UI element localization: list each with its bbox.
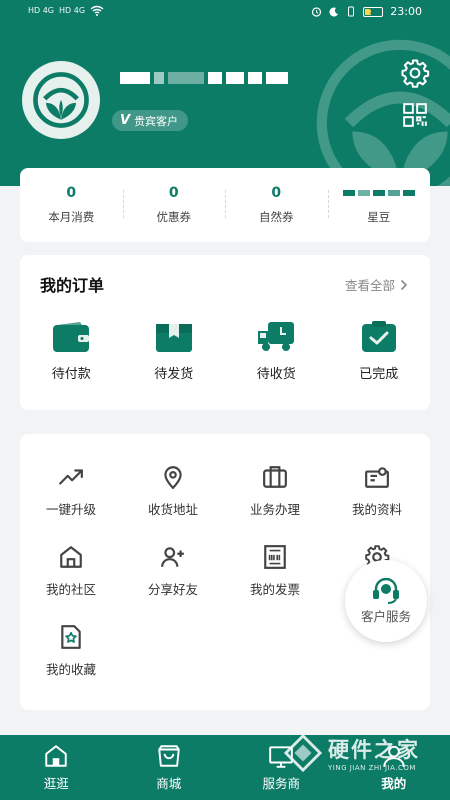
service-label: 分享好友 (147, 582, 198, 597)
order-label: 待发货 (154, 367, 194, 382)
view-all-label: 查看全部 (344, 278, 395, 293)
service-label: 我的资料 (351, 502, 402, 517)
service-label: 一键升级 (45, 502, 96, 517)
stats-card: 0 本月消费 0 优惠券 0 自然券 星豆 (20, 168, 430, 242)
order-label: 待收货 (256, 367, 296, 382)
signal-indicators: HD 4G HD 4G (28, 5, 104, 16)
vip-label: 贵宾客户 (134, 114, 179, 128)
service-share[interactable]: 分享好友 (122, 544, 224, 598)
shopping-bag-icon (158, 745, 180, 767)
stat-label: 星豆 (367, 210, 391, 224)
service-invoice[interactable]: 我的发票 (224, 544, 326, 598)
wallet-icon (53, 322, 90, 352)
service-upgrade[interactable]: 一键升级 (20, 464, 122, 518)
avatar[interactable] (22, 61, 100, 139)
orders-card: 我的订单 查看全部 待付款 待发货 待收货 已完成 (20, 255, 430, 410)
stat-label: 本月消费 (48, 210, 95, 224)
stat-star-beans[interactable]: 星豆 (327, 168, 431, 242)
service-community[interactable]: 我的社区 (20, 544, 122, 598)
order-label: 已完成 (359, 367, 399, 382)
vip-badge: V 贵宾客户 (112, 110, 189, 131)
tab-browse[interactable]: 逛逛 (0, 735, 113, 800)
signal-2: HD 4G (59, 5, 86, 15)
battery-level: 12 (368, 7, 378, 16)
moon-icon (329, 7, 339, 17)
customer-service-label: 客户服务 (360, 608, 411, 624)
order-completed[interactable]: 已完成 (328, 321, 431, 382)
status-bar: HD 4G HD 4G 12 23:00 (0, 0, 450, 26)
alarm-icon (312, 7, 322, 17)
battery-icon: 12 (363, 6, 384, 17)
user-add-icon (161, 547, 184, 567)
tab-mall[interactable]: 商城 (113, 735, 226, 800)
wifi-icon (90, 5, 104, 16)
service-label: 业务办理 (249, 502, 300, 517)
status-right: 12 23:00 (311, 5, 422, 18)
stat-value: 0 (271, 185, 282, 201)
briefcase-icon (263, 466, 287, 488)
trend-up-icon (59, 469, 83, 485)
watermark-sub: YING JIAN ZHI JIA.COM (328, 764, 416, 772)
stat-nature-coupons[interactable]: 0 自然券 (225, 168, 328, 242)
star-doc-icon (61, 625, 81, 649)
customer-service-button[interactable]: 客户服务 (345, 560, 427, 642)
username-redacted (120, 72, 288, 84)
stat-value: 0 (168, 185, 179, 201)
stat-label: 自然券 (259, 210, 294, 224)
tab-label: 逛逛 (43, 776, 69, 791)
service-favorites[interactable]: 我的收藏 (20, 624, 122, 678)
stat-monthly-spend[interactable]: 0 本月消费 (20, 168, 123, 242)
truck-icon (258, 322, 295, 351)
order-pending-shipment[interactable]: 待发货 (123, 321, 226, 382)
signal-1: HD 4G (28, 5, 55, 15)
location-pin-icon (164, 466, 182, 490)
service-label: 我的发票 (249, 582, 300, 597)
site-watermark: 硬件之家 YING JIAN ZHI JIA.COM (284, 728, 444, 778)
order-pending-payment[interactable]: 待付款 (20, 321, 123, 382)
service-label: 收货地址 (147, 502, 198, 517)
order-pending-receipt[interactable]: 待收货 (225, 321, 328, 382)
stat-value-redacted (342, 185, 415, 201)
id-card-icon (365, 467, 389, 488)
headset-icon (373, 577, 399, 604)
service-address[interactable]: 收货地址 (122, 464, 224, 518)
stat-label: 优惠券 (156, 210, 192, 224)
service-label: 我的社区 (45, 582, 96, 597)
settings-gear-icon[interactable] (400, 58, 430, 88)
stat-value: 0 (66, 185, 77, 201)
profile-header: V 贵宾客户 (0, 26, 450, 186)
vip-mark: V (120, 113, 131, 128)
watermark-name: 硬件之家 (328, 738, 420, 762)
home-icon (60, 546, 82, 568)
service-profile[interactable]: 我的资料 (326, 464, 428, 518)
view-all-orders-link[interactable]: 查看全部 (345, 275, 408, 294)
service-business[interactable]: 业务办理 (224, 464, 326, 518)
status-time: 23:00 (390, 5, 422, 18)
order-status-row: 待付款 待发货 待收货 已完成 (20, 321, 430, 382)
box-icon (155, 324, 192, 352)
clipboard-check-icon (361, 321, 396, 352)
service-label: 我的收藏 (45, 662, 96, 677)
stat-coupons[interactable]: 0 优惠券 (122, 168, 226, 242)
watermark-logo-icon (284, 734, 322, 772)
invoice-icon (264, 545, 286, 569)
tab-label: 商城 (156, 776, 182, 791)
vibrate-icon (348, 6, 355, 17)
home-icon (45, 745, 67, 767)
chevron-right-icon (400, 279, 408, 290)
orders-title: 我的订单 (40, 276, 105, 295)
qr-code-icon[interactable] (402, 102, 428, 128)
order-label: 待付款 (51, 367, 91, 382)
brand-logo-icon (33, 72, 89, 128)
